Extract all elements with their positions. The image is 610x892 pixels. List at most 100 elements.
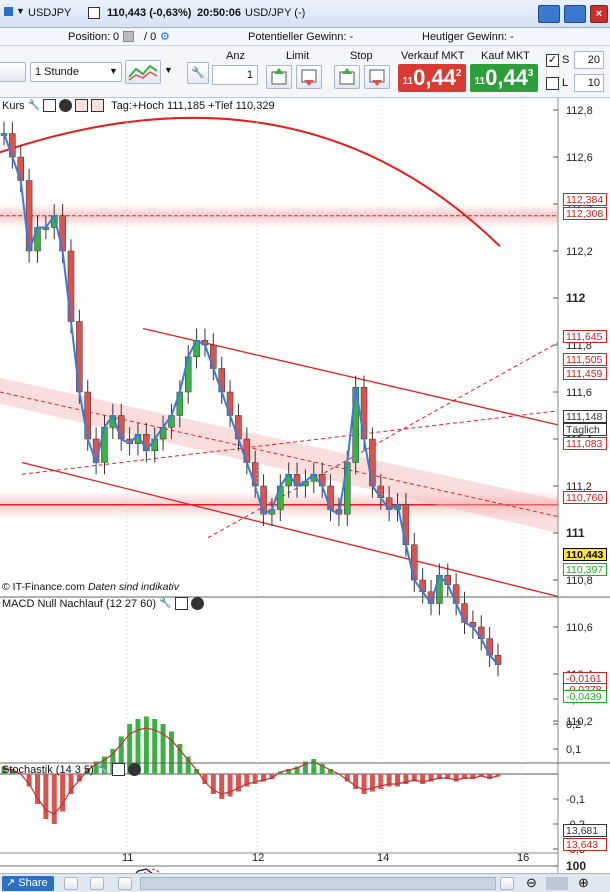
macd-bar (143, 716, 149, 774)
position-value: 0 (113, 31, 120, 43)
l-label: L (562, 77, 569, 89)
close-panel-icon[interactable] (190, 597, 204, 610)
limit-buy-icon (271, 68, 287, 85)
wrench-icon[interactable]: 🔧 (159, 598, 171, 609)
buy-sup: 3 (527, 67, 534, 79)
scroll-right-icon[interactable] (500, 877, 514, 890)
chart-type-icon (128, 64, 158, 81)
macd-bar (43, 774, 49, 819)
wrench-icon[interactable]: 🔧 (187, 62, 209, 84)
maximize-icon[interactable] (43, 99, 57, 112)
title-bar: ▼ USDJPY 110,443 (-0,63%) 20:50:06 USD/J… (0, 0, 610, 28)
macd-bar (227, 774, 233, 797)
macd-panel-header: MACD Null Nachlauf (12 27 60) 🔧 (2, 597, 204, 610)
macd-y-tick-label: 0,2 (566, 719, 581, 731)
close-panel-icon[interactable] (59, 99, 73, 112)
sell-sup: 2 (455, 67, 462, 79)
share-button[interactable]: ↗ Share (2, 876, 54, 891)
credit-note: Daten sind indikativ (87, 581, 179, 593)
wrench-icon[interactable]: 🔧 (28, 100, 40, 111)
alert-down-icon[interactable] (75, 99, 89, 112)
anz-input[interactable]: 1 (212, 65, 258, 85)
nav-prev-icon[interactable] (90, 877, 104, 890)
data-credit: © IT-Finance.com Daten sind indikativ (2, 581, 179, 593)
l-checkbox[interactable] (546, 77, 559, 90)
y-tick-label: 111 (566, 526, 585, 540)
share-label: Share (18, 877, 48, 889)
sell-label: Verkauf MKT (401, 50, 465, 62)
window-menu-icon[interactable] (538, 5, 560, 23)
position-slash: / 0 (144, 31, 157, 43)
zoom-out-icon[interactable]: ⊖ (526, 875, 537, 891)
position-label: Position: (68, 31, 111, 43)
price-tag: 110,443 (563, 548, 607, 561)
stop-buy-icon (339, 68, 355, 85)
chevron-down-icon: ▼ (109, 66, 118, 76)
timeframe-select[interactable]: 1 Stunde ▼ (30, 62, 122, 82)
scrollbar[interactable] (140, 877, 496, 890)
alert-up-icon[interactable] (91, 99, 105, 112)
chart-type-button[interactable] (125, 60, 161, 84)
stoch-panel-header: Stochastik (14 3 5) 🔧 (2, 763, 142, 776)
position-close-icon[interactable] (123, 31, 134, 42)
price-tag: 13,681 (563, 824, 607, 837)
limit-buy-button[interactable] (266, 65, 292, 89)
buy-price: 0,44 (485, 65, 528, 90)
sell-prefix: 11 (402, 75, 414, 87)
window-layout-icon[interactable] (564, 5, 586, 23)
maximize-icon[interactable] (174, 597, 188, 610)
price-tag: 111,459 (563, 367, 607, 380)
gear-icon[interactable]: ⚙ (160, 30, 170, 43)
sell-market-button[interactable]: 11 0,44 2 (398, 64, 466, 92)
zoom-slider[interactable] (546, 877, 568, 890)
price-tag: -0,0439 (563, 690, 607, 703)
symbol-label[interactable]: USDJPY (28, 7, 71, 19)
info-bar: Position: 0 / 0 ⚙ Potentieller Gewinn: -… (0, 28, 610, 46)
stochastic-panel (0, 865, 558, 873)
x-tick-label: 14 (377, 852, 389, 864)
y-tick-label: 112,8 (566, 105, 593, 117)
x-tick-label: 16 (517, 852, 529, 864)
today-gain: Heutiger Gewinn: - (422, 31, 514, 43)
price-tag: 13,643 (563, 838, 607, 851)
l-input[interactable]: 10 (574, 74, 604, 92)
y-tick-label: 111,6 (566, 387, 592, 399)
stop-buy-button[interactable] (334, 65, 360, 89)
chart-area[interactable]: 112,8112,6112,4112,2112111,8111,6111,411… (0, 98, 610, 873)
macd-bar (219, 774, 225, 799)
stop-sell-button[interactable] (364, 65, 390, 89)
quote-value: 110,443 (-0,63%) (107, 7, 192, 19)
macd-bar (311, 759, 317, 774)
previous-dropdown[interactable] (0, 62, 26, 82)
nav-next-icon[interactable] (118, 877, 132, 890)
nav-first-icon[interactable] (64, 877, 78, 890)
chart-type-dropdown-icon[interactable]: ▼ (164, 65, 173, 75)
status-bar: ↗ Share ⊖ ⊕ (0, 873, 610, 892)
price-tag: 111,505 (563, 353, 607, 366)
maximize-icon[interactable] (112, 763, 126, 776)
price-tag: 111,645 (563, 330, 607, 343)
price-tag: 111,148 (563, 410, 607, 423)
s-checkbox[interactable]: ✓ (546, 54, 559, 67)
x-tick-label: 11 (122, 852, 133, 864)
close-panel-icon[interactable] (128, 763, 142, 776)
checkbox-icon[interactable] (88, 7, 100, 19)
stop-sell-icon (369, 69, 385, 86)
buy-market-button[interactable]: 11 0,44 3 (470, 64, 538, 92)
buy-prefix: 11 (474, 75, 486, 87)
symbol-dropdown-icon[interactable]: ▼ (16, 6, 25, 16)
toolbar: 1 Stunde ▼ ▼ 🔧 Anz 1 Limit Stop Verkauf … (0, 46, 610, 98)
limit-sell-button[interactable] (296, 65, 322, 89)
potential-gain: Potentieller Gewinn: - (248, 31, 354, 43)
macd-bar (160, 724, 166, 774)
s-label: S (562, 54, 570, 66)
s-input[interactable]: 20 (574, 51, 604, 69)
time-value: 20:50:06 (197, 7, 242, 19)
limit-sell-icon (301, 69, 317, 86)
wrench-icon[interactable]: 🔧 (97, 764, 109, 775)
close-icon[interactable]: × (590, 5, 608, 23)
zoom-in-icon[interactable]: ⊕ (578, 875, 589, 891)
price-tag: 112,384 (563, 193, 607, 206)
price-tag: 110,760 (563, 491, 607, 504)
x-tick-label: 12 (252, 852, 264, 864)
